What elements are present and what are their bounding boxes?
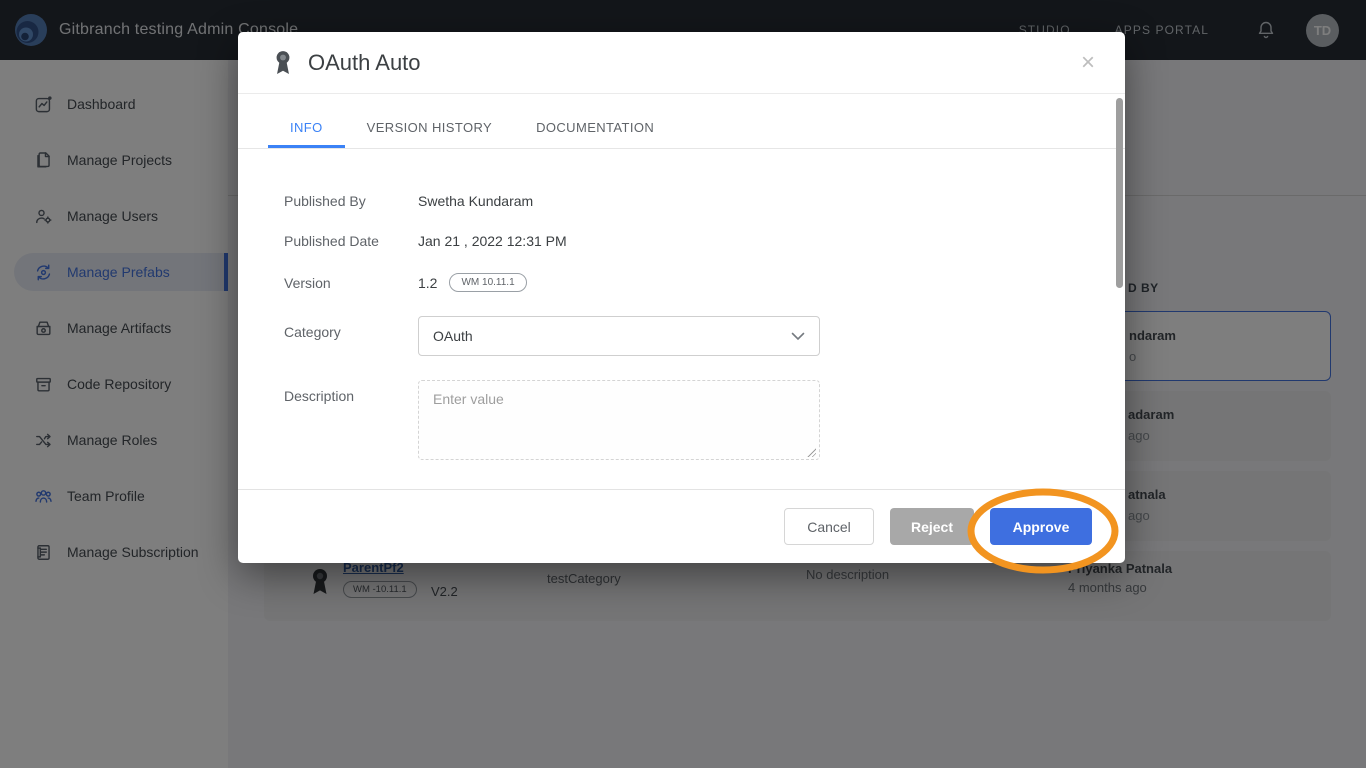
version-label: Version [284, 275, 418, 291]
published-by-label: Published By [284, 193, 418, 209]
wm-version-badge: WM 10.11.1 [449, 273, 526, 292]
modal-header: OAuth Auto × [238, 32, 1125, 94]
tab-documentation[interactable]: DOCUMENTATION [514, 108, 676, 148]
category-selected-value: OAuth [433, 328, 473, 344]
approve-button[interactable]: Approve [990, 508, 1092, 545]
category-row: Category OAuth [284, 316, 1125, 356]
version-row: Version 1.2 WM 10.11.1 [284, 273, 1125, 292]
published-by-value: Swetha Kundaram [418, 193, 533, 209]
modal-tabs: INFO VERSION HISTORY DOCUMENTATION [238, 108, 1125, 149]
published-date-row: Published Date Jan 21 , 2022 12:31 PM [284, 233, 1125, 249]
modal-scrollbar[interactable] [1116, 98, 1123, 288]
chevron-down-icon [791, 332, 805, 341]
prefab-info-form: Published By Swetha Kundaram Published D… [238, 149, 1125, 465]
version-value: 1.2 [418, 275, 437, 291]
published-date-value: Jan 21 , 2022 12:31 PM [418, 233, 567, 249]
cancel-button[interactable]: Cancel [784, 508, 874, 545]
description-input[interactable] [418, 380, 820, 460]
prefab-details-modal: OAuth Auto × INFO VERSION HISTORY DOCUME… [238, 32, 1125, 563]
tab-info[interactable]: INFO [268, 108, 345, 148]
category-select[interactable]: OAuth [418, 316, 820, 356]
published-date-label: Published Date [284, 233, 418, 249]
description-row: Description [284, 380, 1125, 465]
tab-version-history[interactable]: VERSION HISTORY [345, 108, 514, 148]
published-by-row: Published By Swetha Kundaram [284, 193, 1125, 209]
reject-button[interactable]: Reject [890, 508, 974, 545]
category-label: Category [284, 324, 418, 340]
modal-footer: Cancel Reject Approve [238, 489, 1125, 563]
close-icon[interactable]: × [1081, 51, 1095, 75]
ribbon-icon [272, 49, 294, 77]
description-label: Description [284, 388, 418, 404]
admin-console-screen: Gitbranch testing Admin Console STUDIO A… [0, 0, 1366, 768]
modal-title: OAuth Auto [308, 50, 421, 76]
